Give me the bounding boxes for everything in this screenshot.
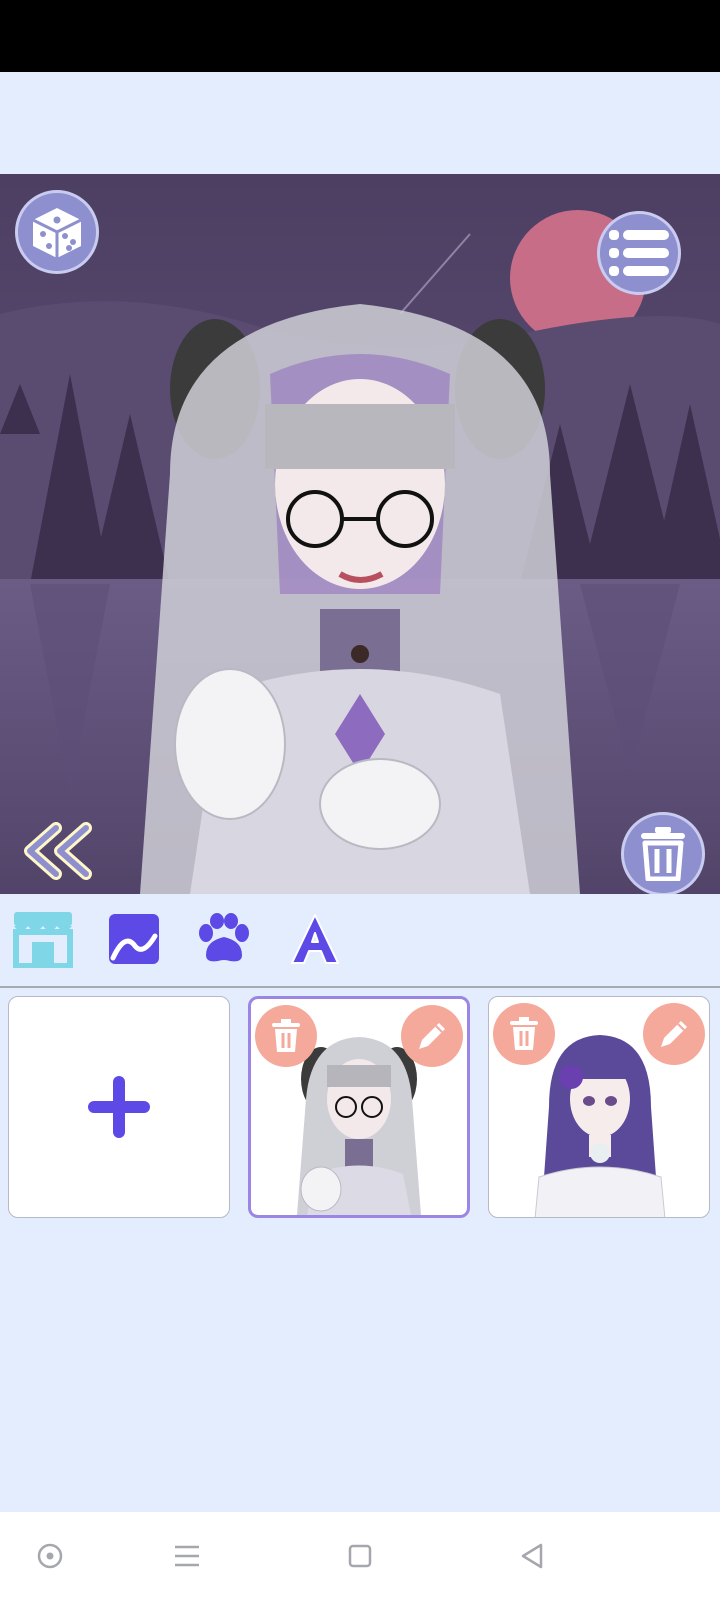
saved-character-slot[interactable] bbox=[488, 996, 710, 1218]
saved-character-slot-selected[interactable] bbox=[248, 996, 470, 1218]
category-toolbar bbox=[0, 894, 720, 988]
shop-tab[interactable] bbox=[8, 906, 78, 972]
saved-list-button[interactable] bbox=[597, 211, 681, 295]
collapse-button[interactable] bbox=[20, 822, 96, 880]
double-chevron-left-icon bbox=[24, 822, 92, 880]
randomize-button[interactable] bbox=[15, 190, 99, 274]
add-character-slot[interactable] bbox=[8, 996, 230, 1218]
pencil-icon bbox=[419, 1023, 445, 1049]
paw-icon bbox=[199, 913, 249, 962]
delete-character-button[interactable] bbox=[621, 812, 705, 896]
trash-icon bbox=[272, 1019, 300, 1052]
background-image-icon bbox=[109, 914, 159, 964]
slot-delete-button[interactable] bbox=[255, 1005, 317, 1067]
pet-tab[interactable] bbox=[189, 906, 259, 972]
overview-icon bbox=[348, 1544, 372, 1568]
shop-icon bbox=[13, 912, 73, 968]
slot-edit-button[interactable] bbox=[643, 1003, 705, 1065]
trash-icon bbox=[510, 1017, 538, 1050]
pencil-icon bbox=[661, 1021, 687, 1047]
nav-overview-button[interactable] bbox=[338, 1534, 382, 1578]
background-tab[interactable] bbox=[99, 906, 169, 972]
system-nav-bar bbox=[0, 1512, 720, 1600]
text-tab[interactable] bbox=[280, 906, 350, 972]
plus-icon bbox=[88, 1076, 150, 1138]
list-icon bbox=[609, 230, 669, 276]
menu-icon bbox=[175, 1545, 199, 1567]
nav-back-button[interactable] bbox=[510, 1534, 554, 1578]
dice-icon bbox=[32, 208, 82, 258]
text-icon bbox=[291, 914, 339, 964]
back-icon bbox=[521, 1543, 543, 1569]
character-figure bbox=[140, 304, 580, 894]
slot-edit-button[interactable] bbox=[401, 1005, 463, 1067]
slot-delete-button[interactable] bbox=[493, 1003, 555, 1065]
home-icon bbox=[37, 1543, 63, 1569]
top-banner bbox=[0, 72, 720, 174]
status-bar bbox=[0, 0, 720, 72]
trash-icon bbox=[641, 827, 685, 881]
nav-menu-button[interactable] bbox=[165, 1534, 209, 1578]
nav-home-button[interactable] bbox=[28, 1534, 72, 1578]
